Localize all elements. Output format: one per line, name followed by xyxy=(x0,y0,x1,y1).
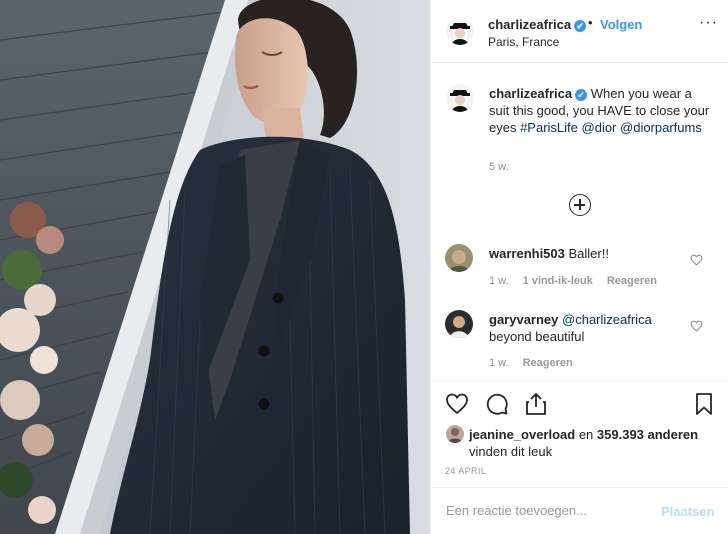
liker-username[interactable]: jeanine_overload xyxy=(469,427,575,442)
mention-link[interactable]: @diorparfums xyxy=(620,120,702,135)
post-header: charlizeafrica ✔ • Volgen Paris, France ·… xyxy=(431,0,728,63)
liker-avatar[interactable] xyxy=(446,425,464,443)
comment-body: beyond beautiful xyxy=(489,329,585,344)
post-date[interactable]: 24 april xyxy=(445,466,486,476)
author-username-text[interactable]: charlizeafrica xyxy=(488,17,571,32)
hashtag-link[interactable]: #ParisLife xyxy=(520,120,578,135)
verified-badge-icon: ✔ xyxy=(575,89,588,101)
bookmark-icon[interactable] xyxy=(692,392,716,416)
avatar-icon xyxy=(446,17,474,45)
caption-author[interactable]: charlizeafrica xyxy=(489,86,572,101)
heart-icon[interactable] xyxy=(445,392,469,416)
mention-link[interactable]: @charlizeafrica xyxy=(562,312,652,327)
comment-body: Baller!! xyxy=(564,246,609,261)
caption-text: charlizeafrica ✔ When you wear a suit thi… xyxy=(489,85,714,136)
caption-author-avatar[interactable] xyxy=(446,84,474,112)
comment-meta: 1 w. Reageren xyxy=(489,357,587,369)
likes-summary: jeanine_overload en 359.393 anderen vind… xyxy=(469,426,719,460)
avatar-icon xyxy=(445,310,473,338)
avatar-icon xyxy=(445,244,473,272)
likes-suffix: vinden dit leuk xyxy=(469,444,553,459)
post-location[interactable]: Paris, France xyxy=(488,35,559,49)
reply-button[interactable]: Reageren xyxy=(607,275,657,287)
more-options-icon[interactable]: ··· xyxy=(699,14,718,32)
post-comment-button[interactable]: Plaatsen xyxy=(661,504,714,519)
comment-text: warrenhi503 Baller!! xyxy=(489,245,689,262)
comment-item: warrenhi503 Baller!! 1 w. 1 vind-ik-leuk R… xyxy=(431,244,728,314)
author-username[interactable]: charlizeafrica ✔ xyxy=(488,17,587,32)
comment-like-heart-icon[interactable] xyxy=(690,320,703,332)
likes-count[interactable]: 359.393 anderen xyxy=(597,427,698,442)
comment-likes[interactable]: 1 vind-ik-leuk xyxy=(523,275,593,287)
likes-connector: en xyxy=(575,427,597,442)
follow-button[interactable]: Volgen xyxy=(600,17,642,32)
comment-item: garyvarney @charlizeafrica beyond beauti… xyxy=(431,310,728,380)
commenter-avatar[interactable] xyxy=(445,310,473,338)
share-icon[interactable] xyxy=(524,392,548,416)
avatar-icon xyxy=(446,425,464,443)
verified-badge-icon: ✔ xyxy=(574,20,587,32)
comment-like-heart-icon[interactable] xyxy=(690,254,703,266)
add-comment-section: Plaatsen xyxy=(431,487,728,534)
post-actions: jeanine_overload en 359.393 anderen vind… xyxy=(431,380,728,534)
avatar-icon xyxy=(446,84,474,112)
load-more-comments-icon[interactable] xyxy=(569,194,591,216)
comment-input[interactable] xyxy=(446,503,646,518)
commenter-avatar[interactable] xyxy=(445,244,473,272)
post-photo[interactable] xyxy=(0,0,430,534)
comment-time[interactable]: 1 w. xyxy=(489,275,509,287)
comment-username[interactable]: garyvarney xyxy=(489,312,558,327)
mention-link[interactable]: @dior xyxy=(582,120,617,135)
author-avatar[interactable] xyxy=(446,17,474,45)
caption-timestamp[interactable]: 5 w. xyxy=(489,161,509,173)
comment-username[interactable]: warrenhi503 xyxy=(489,246,565,261)
post-image xyxy=(0,0,430,534)
comment-icon[interactable] xyxy=(485,392,509,416)
comment-text: garyvarney @charlizeafrica beyond beauti… xyxy=(489,311,689,345)
header-separator: • xyxy=(588,15,593,30)
reply-button[interactable]: Reageren xyxy=(523,357,573,369)
comment-time[interactable]: 1 w. xyxy=(489,357,509,369)
post-side-panel: charlizeafrica ✔ • Volgen Paris, France ·… xyxy=(430,0,728,534)
comment-meta: 1 w. 1 vind-ik-leuk Reageren xyxy=(489,275,671,287)
